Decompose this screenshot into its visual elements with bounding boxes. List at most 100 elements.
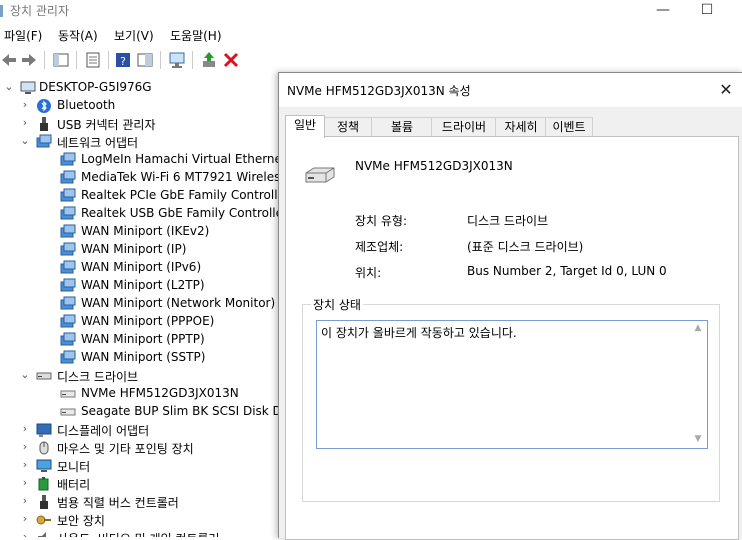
- menu-action[interactable]: 동작(A): [58, 27, 98, 44]
- tab-events[interactable]: 이벤트: [545, 117, 593, 137]
- chevron-right-icon[interactable]: ›: [20, 423, 30, 435]
- app-icon: [0, 5, 3, 17]
- display-adapter-icon: [36, 422, 52, 438]
- chevron-down-icon[interactable]: ⌄: [20, 369, 30, 381]
- update-driver-icon[interactable]: [200, 51, 218, 69]
- dialog-titlebar: NVMe HFM512GD3JX013N 속성 ✕: [279, 73, 742, 107]
- network-card-icon: [60, 206, 76, 222]
- device-name: NVMe HFM512GD3JX013N: [355, 159, 513, 173]
- toolbar: ?: [0, 46, 742, 74]
- network-card-icon: [60, 224, 76, 240]
- tab-details[interactable]: 자세히: [495, 117, 547, 137]
- chevron-right-icon[interactable]: ›: [20, 459, 30, 471]
- chevron-right-icon[interactable]: ›: [20, 117, 30, 129]
- usb-controller-icon: [36, 494, 52, 510]
- tree-item-label: Realtek PCIe GbE Family Controller: [81, 188, 280, 202]
- tree-item-label: 사운드, 비디오 및 게임 컨트롤러: [57, 530, 220, 537]
- tab-volumes[interactable]: 볼륨: [371, 117, 433, 137]
- forward-arrow-icon[interactable]: [20, 51, 38, 69]
- tree-item-label: WAN Miniport (PPPOE): [81, 314, 215, 328]
- tree-item-label: 배터리: [57, 478, 91, 492]
- disk-icon: [60, 386, 76, 402]
- scroll-up-icon[interactable]: ▲: [692, 323, 704, 335]
- device-status-legend: 장치 상태: [311, 296, 363, 313]
- network-adapter-icon: [36, 134, 52, 150]
- tree-item-label: 네트워크 어댑터: [57, 136, 139, 150]
- chevron-right-icon[interactable]: ›: [20, 441, 30, 453]
- tree-item-label: Seagate BUP Slim BK SCSI Disk Devic: [81, 404, 280, 418]
- chevron-right-icon[interactable]: ›: [20, 495, 30, 507]
- tree-item-label: WAN Miniport (SSTP): [81, 350, 206, 364]
- menu-help[interactable]: 도움말(H): [170, 27, 222, 44]
- properties-dialog: NVMe HFM512GD3JX013N 속성 ✕ 일반 정책 볼륨 드라이버 …: [278, 72, 742, 540]
- tree-item-label: 모니터: [57, 460, 91, 474]
- network-card-icon: [60, 170, 76, 186]
- tree-item-label: WAN Miniport (PPTP): [81, 332, 205, 346]
- location-value: Bus Number 2, Target Id 0, LUN 0: [467, 264, 667, 278]
- toolbar-separator: [44, 51, 45, 69]
- maximize-button[interactable]: ☐: [684, 0, 730, 22]
- tree-item-label: MediaTek Wi-Fi 6 MT7921 Wireless L: [81, 170, 280, 184]
- chevron-right-icon[interactable]: ›: [20, 531, 30, 538]
- help-icon[interactable]: ?: [114, 51, 132, 69]
- tree-item-label: WAN Miniport (Network Monitor): [81, 296, 276, 310]
- chevron-right-icon[interactable]: ›: [20, 477, 30, 489]
- back-arrow-icon[interactable]: [0, 51, 18, 69]
- disk-drive-icon: [36, 368, 52, 384]
- chevron-right-icon[interactable]: ›: [20, 99, 30, 111]
- network-card-icon: [60, 152, 76, 168]
- scroll-down-icon[interactable]: ▼: [692, 434, 704, 446]
- window-title: 장치 관리자: [10, 4, 70, 18]
- tab-general[interactable]: 일반: [285, 115, 325, 138]
- properties-sheet-icon[interactable]: [84, 51, 102, 69]
- chevron-down-icon[interactable]: ⌄: [4, 81, 14, 93]
- sound-icon: [36, 530, 52, 537]
- usb-icon: [36, 116, 52, 132]
- tree-item-label: 마우스 및 기타 포인팅 장치: [57, 442, 194, 456]
- tab-driver[interactable]: 드라이버: [431, 117, 497, 137]
- menu-view[interactable]: 보기(V): [114, 27, 154, 44]
- dialog-title: NVMe HFM512GD3JX013N 속성: [287, 84, 471, 98]
- menu-bar: 파일(F) 동작(A) 보기(V) 도움말(H): [0, 24, 742, 44]
- device-type-value: 디스크 드라이브: [467, 214, 549, 228]
- network-card-icon: [60, 242, 76, 258]
- device-status-textbox[interactable]: 이 장치가 올바르게 작동하고 있습니다. ▲ ▼: [316, 320, 708, 449]
- device-tree: ⌄ DESKTOP-G5I976G › Bluetooth › USB 커넥터 관리자…: [0, 76, 280, 537]
- tree-item-label: 디스플레이 어댑터: [57, 424, 150, 438]
- tree-item-label: WAN Miniport (IPv6): [81, 260, 202, 274]
- view-toggle-icon[interactable]: [136, 51, 154, 69]
- mouse-icon: [36, 440, 52, 456]
- minimize-button[interactable]: —: [640, 0, 686, 22]
- menu-file[interactable]: 파일(F): [4, 27, 42, 44]
- bluetooth-icon: [36, 98, 52, 114]
- device-status-text: 이 장치가 올바르게 작동하고 있습니다.: [321, 326, 517, 340]
- tree-item-label: WAN Miniport (IP): [81, 242, 187, 256]
- tree-item-label: Bluetooth: [57, 98, 116, 112]
- tree-item-label: USB 커넥터 관리자: [57, 118, 156, 132]
- window-titlebar: 장치 관리자 — ☐: [0, 0, 742, 22]
- close-icon[interactable]: ✕: [715, 79, 737, 101]
- chevron-right-icon[interactable]: ›: [20, 513, 30, 525]
- tree-root-label: DESKTOP-G5I976G: [39, 80, 152, 94]
- show-hide-console-tree-icon[interactable]: [52, 51, 70, 69]
- toolbar-separator: [192, 51, 193, 69]
- battery-icon: [36, 476, 52, 492]
- tree-item-label: 범용 직렬 버스 컨트롤러: [57, 496, 179, 510]
- tab-policies[interactable]: 정책: [323, 117, 373, 137]
- disk-drive-icon: [304, 165, 336, 185]
- chevron-down-icon[interactable]: ⌄: [20, 135, 30, 147]
- network-card-icon: [60, 296, 76, 312]
- security-device-icon: [36, 512, 52, 528]
- scan-hardware-icon[interactable]: [168, 51, 186, 69]
- disk-icon: [60, 404, 76, 420]
- uninstall-device-icon[interactable]: [222, 51, 240, 69]
- svg-text:?: ?: [120, 55, 126, 68]
- network-card-icon: [60, 314, 76, 330]
- location-label: 위치:: [355, 266, 382, 280]
- tree-item-label: Realtek USB GbE Family Controller: [81, 206, 280, 220]
- tree-item-label: LogMeIn Hamachi Virtual Ethernet Ad: [81, 152, 280, 166]
- network-card-icon: [60, 260, 76, 276]
- tree-item-label: WAN Miniport (IKEv2): [81, 224, 210, 238]
- tree-item-label: WAN Miniport (L2TP): [81, 278, 205, 292]
- tree-item-label: 보안 장치: [57, 514, 105, 528]
